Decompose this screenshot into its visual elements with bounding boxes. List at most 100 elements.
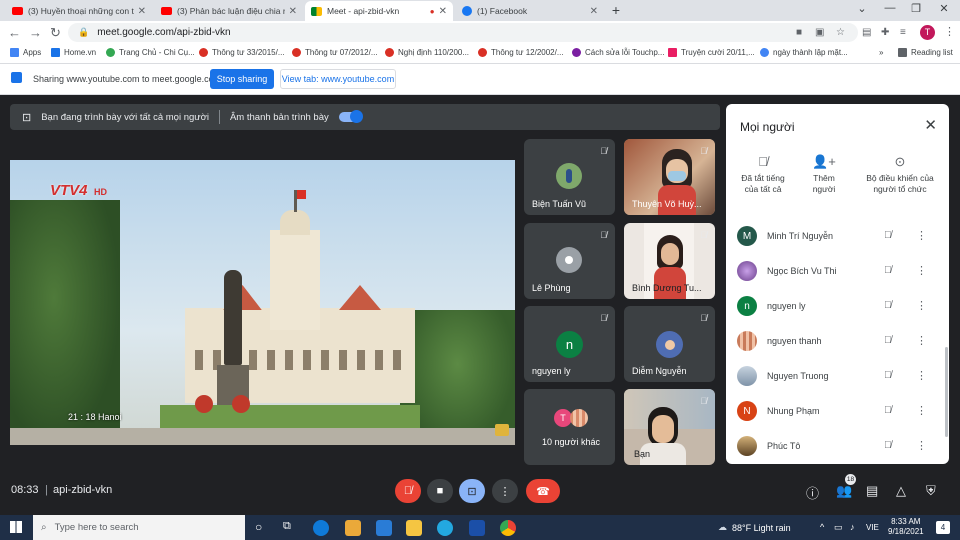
store-icon[interactable] (345, 520, 361, 536)
notifications-icon[interactable]: 4 (936, 521, 950, 534)
list-item[interactable]: Phúc Tô 🎙̸ ⋮ (726, 430, 949, 464)
mic-toggle-button[interactable]: 🎙̸ (395, 479, 421, 503)
presentation-audio-toggle[interactable] (338, 110, 363, 123)
more-vert-icon[interactable]: ⋮ (916, 439, 927, 452)
add-people-action[interactable]: 👤+ Thêm người (804, 155, 844, 195)
cortana-icon[interactable]: ○ (255, 520, 262, 534)
bookmark-apps[interactable]: Apps (10, 48, 41, 57)
bookmark-item[interactable]: Cách sửa lỗi Touchp... (572, 48, 664, 57)
reading-list[interactable]: Reading list (898, 48, 953, 57)
more-vert-icon[interactable]: ⋮ (916, 229, 927, 242)
task-view-icon[interactable]: ⧉ (283, 520, 291, 533)
list-item[interactable]: nguyen thanh 🎙̸ ⋮ (726, 325, 949, 360)
others-tile[interactable]: T 10 người khác (524, 389, 615, 465)
tab-youtube-1[interactable]: (3) Huyền thoại những con tàu k ✕ (6, 1, 152, 21)
profile-avatar[interactable]: T (920, 25, 935, 40)
tray-chevron-icon[interactable]: ^ (820, 522, 824, 532)
forward-icon[interactable]: → (29, 25, 42, 40)
chrome-icon[interactable] (500, 520, 516, 536)
bookmark-item[interactable]: Nghị định 110/200... (385, 48, 469, 57)
tab-meet[interactable]: Meet - api-zbid-vkn ● ✕ (305, 1, 453, 21)
close-icon[interactable]: ✕ (924, 116, 937, 134)
host-controls-action[interactable]: ⊙ Bộ điều khiển của người tổ chức (858, 155, 942, 195)
list-item[interactable]: N Nhung Phạm 🎙̸ ⋮ (726, 395, 949, 430)
leave-call-button[interactable]: ☎ (526, 479, 560, 503)
participant-tile[interactable]: 🎙̸ Bình Dương Tu... (624, 223, 715, 299)
mic-off-icon[interactable]: 🎙̸ (884, 265, 892, 276)
close-icon[interactable]: ✕ (289, 6, 297, 17)
list-item[interactable]: Nguyen Truong 🎙̸ ⋮ (726, 360, 949, 395)
language-indicator[interactable]: VIE (866, 523, 879, 532)
star-icon[interactable]: ☆ (836, 27, 845, 38)
minimize-button[interactable]: — (880, 2, 900, 14)
camera-icon[interactable]: ■ (796, 27, 802, 38)
network-icon[interactable]: ▭ (834, 522, 843, 533)
more-options-button[interactable]: ⋮ (492, 479, 518, 503)
address-bar[interactable]: 🔒 meet.google.com/api-zbid-vkn (68, 23, 858, 42)
edge-icon[interactable] (313, 520, 329, 536)
panel-scrollbar[interactable] (945, 347, 948, 437)
back-icon[interactable]: ← (8, 25, 21, 40)
bookmark-item[interactable]: Thông tư 33/2015/... (199, 48, 285, 57)
bookmark-item[interactable]: Thông tư 07/2012/... (292, 48, 378, 57)
system-clock[interactable]: 8:33 AM 9/18/2021 (888, 517, 924, 537)
self-tile[interactable]: 🎙̸ Bạn (624, 389, 715, 465)
mute-all-action[interactable]: 🎙̸ Đã tắt tiếng của tất cả (734, 155, 792, 195)
host-shield-icon[interactable]: ⛨ (926, 483, 936, 499)
mic-off-icon[interactable]: 🎙̸ (884, 405, 892, 416)
speaker-icon[interactable]: ♪ (850, 522, 855, 532)
more-vert-icon[interactable]: ⋮ (916, 299, 927, 312)
camera-toggle-button[interactable]: ■ (427, 479, 453, 503)
participant-tile[interactable]: 🎙̸ Thuyên Võ Huỳ... (624, 139, 715, 215)
reload-icon[interactable]: ↻ (50, 25, 61, 41)
more-vert-icon[interactable]: ⋮ (916, 369, 927, 382)
list-item[interactable]: M Minh Trí Nguyễn 🎙̸ ⋮ (726, 220, 949, 255)
zalo-icon[interactable] (437, 520, 453, 536)
bookmark-item[interactable]: ngày thành lập mặt... (760, 48, 848, 57)
list-item[interactable]: Ngọc Bích Vu Thi 🎙̸ ⋮ (726, 255, 949, 290)
close-icon[interactable]: ✕ (138, 6, 146, 17)
bookmark-item[interactable]: Trang Chủ - Chi Cụ... (106, 48, 195, 57)
maximize-button[interactable]: ❐ (906, 2, 926, 15)
tab-search-icon[interactable]: ⌄ (852, 2, 872, 15)
menu-icon[interactable]: ⋮ (944, 25, 955, 38)
more-vert-icon[interactable]: ⋮ (916, 264, 927, 277)
mic-off-icon[interactable]: 🎙̸ (884, 335, 892, 346)
bookmark-item[interactable]: Thông tư 12/2002/... (478, 48, 564, 57)
participant-tile[interactable]: 🎙̸ Diễm Nguyễn (624, 306, 715, 382)
more-vert-icon[interactable]: ⋮ (916, 334, 927, 347)
participant-tile[interactable]: n 🎙̸ nguyen ly (524, 306, 615, 382)
bookmark-item[interactable]: Truyện cười 20/11,... (668, 48, 755, 57)
stop-sharing-button[interactable]: Stop sharing (210, 69, 274, 89)
view-tab-button[interactable]: View tab: www.youtube.com (280, 69, 396, 89)
extension-icon[interactable]: ▤ (862, 27, 871, 38)
mic-off-icon[interactable]: 🎙̸ (884, 370, 892, 381)
mic-off-icon[interactable]: 🎙̸ (884, 230, 892, 241)
mic-off-icon[interactable]: 🎙̸ (884, 440, 892, 451)
new-tab-button[interactable]: + (606, 2, 626, 18)
mail-icon[interactable] (376, 520, 392, 536)
windows-start-icon[interactable] (10, 521, 22, 533)
more-vert-icon[interactable]: ⋮ (916, 404, 927, 417)
participant-tile[interactable]: 🎙̸ Lê Phùng (524, 223, 615, 299)
close-icon[interactable]: ✕ (439, 6, 447, 17)
activities-icon[interactable]: △ (896, 483, 906, 499)
file-explorer-icon[interactable] (406, 520, 422, 536)
taskbar-search[interactable]: ⌕ Type here to search (33, 515, 245, 540)
people-icon[interactable]: 👥 (836, 483, 852, 499)
media-icon[interactable]: ≡ (900, 27, 906, 38)
bookmark-overflow[interactable]: » (879, 48, 883, 57)
word-icon[interactable] (469, 520, 485, 536)
list-item[interactable]: n nguyen ly 🎙̸ ⋮ (726, 290, 949, 325)
mic-off-icon[interactable]: 🎙̸ (884, 300, 892, 311)
close-icon[interactable]: ✕ (590, 6, 598, 17)
tab-youtube-2[interactable]: (3) Phản bác luận điệu chia r ✕ (155, 1, 303, 21)
tab-facebook[interactable]: (1) Facebook ✕ (456, 1, 604, 21)
puzzle-icon[interactable]: ✚ (881, 27, 889, 38)
present-button[interactable]: ⊡ (459, 479, 485, 503)
chat-icon[interactable]: ▤ (866, 483, 878, 499)
info-icon[interactable]: ⓘ (806, 483, 819, 502)
participant-tile[interactable]: 🎙̸ Biện Tuấn Vũ (524, 139, 615, 215)
bookmark-item[interactable]: Home.vn (51, 48, 96, 57)
translate-icon[interactable]: ▣ (815, 27, 824, 38)
